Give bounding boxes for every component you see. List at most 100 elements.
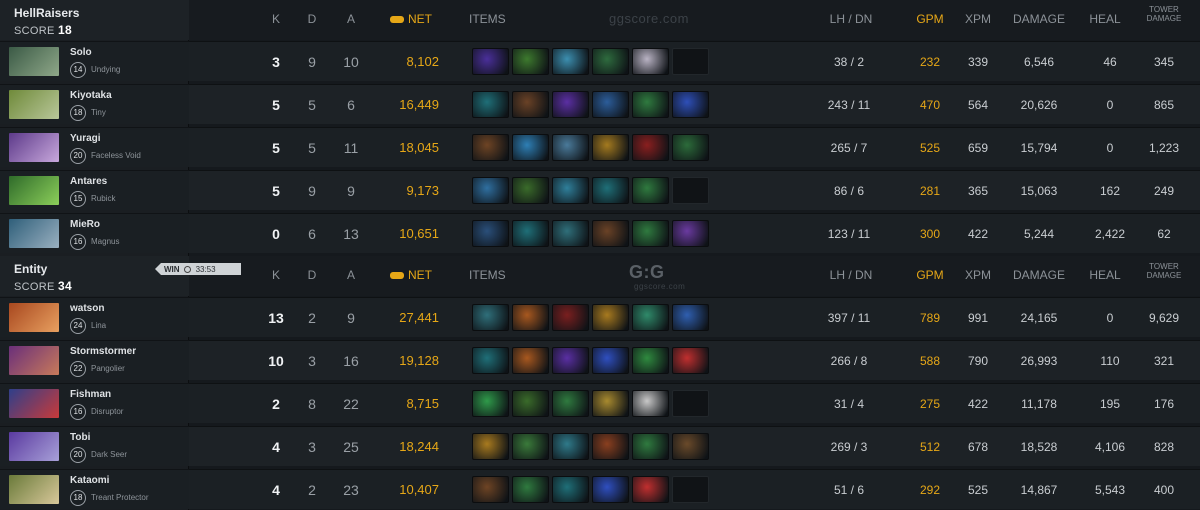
player-card[interactable]: Antares 15 Rubick bbox=[0, 170, 189, 210]
watermark: ggscore.com bbox=[634, 282, 686, 291]
hero-portrait bbox=[9, 475, 59, 504]
header-tower-line1: TOWER bbox=[1149, 262, 1179, 271]
item-icon[interactable] bbox=[632, 177, 669, 204]
item-icon[interactable] bbox=[512, 48, 549, 75]
item-icon[interactable] bbox=[472, 304, 509, 331]
item-icon[interactable] bbox=[552, 177, 589, 204]
stat-net: 10,407 bbox=[399, 482, 439, 497]
stat-k: 2 bbox=[272, 396, 280, 412]
item-icon[interactable] bbox=[552, 304, 589, 331]
stat-a: 10 bbox=[343, 54, 359, 70]
item-icon[interactable] bbox=[472, 433, 509, 460]
item-icon[interactable] bbox=[592, 390, 629, 417]
table-row: 2 8 22 8,715 31 / 4 275 422 11,178 195 176 bbox=[189, 383, 1200, 423]
stat-damage: 15,063 bbox=[1020, 184, 1058, 198]
item-icon[interactable] bbox=[672, 347, 709, 374]
player-card[interactable]: Solo 14 Undying bbox=[0, 41, 189, 81]
item-icon[interactable] bbox=[512, 347, 549, 374]
item-icon[interactable] bbox=[472, 91, 509, 118]
item-icon[interactable] bbox=[592, 433, 629, 460]
item-icon[interactable] bbox=[632, 304, 669, 331]
item-icon[interactable] bbox=[512, 177, 549, 204]
item-icon[interactable] bbox=[632, 390, 669, 417]
item-icon[interactable] bbox=[632, 347, 669, 374]
stat-heal: 195 bbox=[1099, 397, 1121, 411]
item-icon[interactable] bbox=[552, 347, 589, 374]
item-icon[interactable] bbox=[472, 347, 509, 374]
item-icon[interactable] bbox=[512, 134, 549, 161]
stat-d: 5 bbox=[308, 140, 316, 156]
table-row: 4 2 23 10,407 51 / 6 292 525 14,867 5,543 400 bbox=[189, 469, 1200, 509]
empty-item-slot bbox=[672, 48, 709, 75]
item-icon[interactable] bbox=[552, 476, 589, 503]
player-card[interactable]: MieRo 16 Magnus bbox=[0, 213, 189, 253]
item-icon[interactable] bbox=[552, 220, 589, 247]
player-card[interactable]: Yuragi 20 Faceless Void bbox=[0, 127, 189, 167]
item-icon[interactable] bbox=[512, 476, 549, 503]
stat-xpm: 678 bbox=[967, 440, 989, 454]
item-icon[interactable] bbox=[472, 476, 509, 503]
hero-level: 18 bbox=[70, 490, 86, 506]
item-icon[interactable] bbox=[592, 304, 629, 331]
item-icon[interactable] bbox=[592, 48, 629, 75]
stat-lhdn: 266 / 8 bbox=[830, 354, 868, 368]
header-items: ITEMS bbox=[469, 12, 506, 26]
item-icon[interactable] bbox=[472, 134, 509, 161]
stat-damage: 26,993 bbox=[1020, 354, 1058, 368]
player-card[interactable]: Kiyotaka 18 Tiny bbox=[0, 84, 189, 124]
stat-gpm: 525 bbox=[919, 141, 941, 155]
hero-level: 16 bbox=[70, 404, 86, 420]
item-icon[interactable] bbox=[472, 220, 509, 247]
item-icon[interactable] bbox=[632, 48, 669, 75]
item-icon[interactable] bbox=[512, 390, 549, 417]
stat-damage: 11,178 bbox=[1021, 397, 1057, 411]
item-slots bbox=[472, 476, 709, 503]
stat-xpm: 659 bbox=[967, 141, 989, 155]
item-icon[interactable] bbox=[592, 134, 629, 161]
item-icon[interactable] bbox=[632, 91, 669, 118]
player-card[interactable]: Tobi 20 Dark Seer bbox=[0, 426, 189, 466]
item-icon[interactable] bbox=[552, 134, 589, 161]
item-icon[interactable] bbox=[672, 433, 709, 460]
player-card[interactable]: Stormstormer 22 Pangolier bbox=[0, 340, 189, 380]
player-card[interactable]: Fishman 16 Disruptor bbox=[0, 383, 189, 423]
item-icon[interactable] bbox=[512, 304, 549, 331]
hero-level: 24 bbox=[70, 318, 86, 334]
item-icon[interactable] bbox=[672, 304, 709, 331]
hero-portrait bbox=[9, 90, 59, 119]
item-icon[interactable] bbox=[592, 347, 629, 374]
player-card[interactable]: Kataomi 18 Treant Protector bbox=[0, 469, 189, 509]
item-icon[interactable] bbox=[592, 220, 629, 247]
item-icon[interactable] bbox=[632, 476, 669, 503]
item-icon[interactable] bbox=[672, 134, 709, 161]
stat-net: 8,102 bbox=[406, 54, 439, 69]
player-name: Antares bbox=[70, 176, 108, 187]
win-badge: WIN 33:53 bbox=[155, 263, 241, 275]
hero-portrait bbox=[9, 47, 59, 76]
item-icon[interactable] bbox=[552, 91, 589, 118]
item-icon[interactable] bbox=[512, 91, 549, 118]
item-icon[interactable] bbox=[472, 48, 509, 75]
item-icon[interactable] bbox=[512, 220, 549, 247]
item-icon[interactable] bbox=[472, 177, 509, 204]
stat-a: 22 bbox=[343, 396, 359, 412]
item-icon[interactable] bbox=[592, 91, 629, 118]
item-icon[interactable] bbox=[472, 390, 509, 417]
item-icon[interactable] bbox=[632, 433, 669, 460]
item-icon[interactable] bbox=[592, 177, 629, 204]
item-icon[interactable] bbox=[552, 433, 589, 460]
player-name: Solo bbox=[70, 47, 92, 58]
player-name: Fishman bbox=[70, 389, 112, 400]
hero-level: 22 bbox=[70, 361, 86, 377]
item-icon[interactable] bbox=[552, 390, 589, 417]
item-icon[interactable] bbox=[672, 91, 709, 118]
item-icon[interactable] bbox=[552, 48, 589, 75]
player-card[interactable]: watson 24 Lina bbox=[0, 297, 189, 337]
item-icon[interactable] bbox=[592, 476, 629, 503]
item-icon[interactable] bbox=[632, 220, 669, 247]
item-icon[interactable] bbox=[512, 433, 549, 460]
item-icon[interactable] bbox=[632, 134, 669, 161]
hero-level: 15 bbox=[70, 191, 86, 207]
item-icon[interactable] bbox=[672, 220, 709, 247]
stat-lhdn: 269 / 3 bbox=[830, 440, 868, 454]
